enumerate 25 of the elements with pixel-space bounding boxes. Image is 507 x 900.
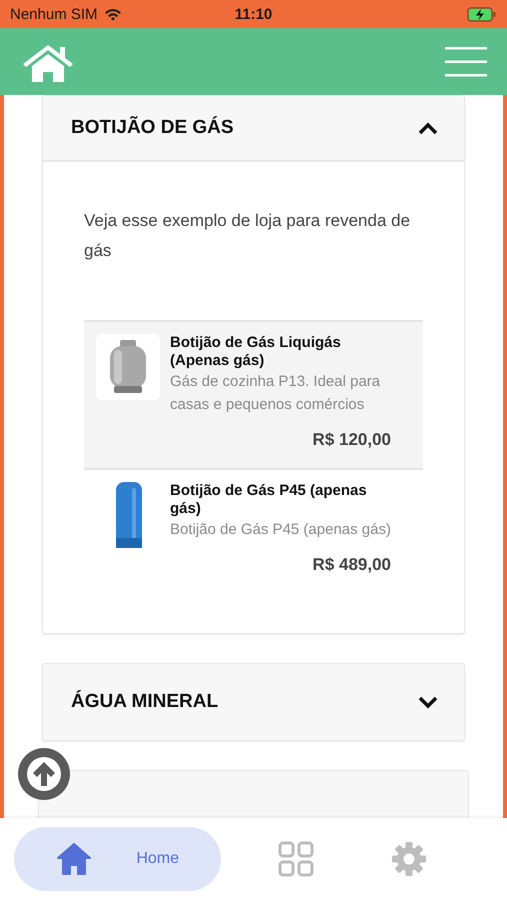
section-title: BOTIJÃO DE GÁS <box>71 117 234 139</box>
settings-icon <box>391 841 427 877</box>
section-description: Veja esse exemplo de loja para revenda de gás <box>84 210 412 262</box>
product-name: Botijão de Gás P45 (apenas gás) <box>170 482 368 518</box>
section-header[interactable]: BOTIJÃO DE GÁS <box>43 96 464 162</box>
chevron-icon <box>418 122 438 134</box>
product-description: Botijão de Gás P45 (apenas gás) <box>170 520 391 540</box>
home-tab[interactable]: Home <box>14 827 221 891</box>
section-title: ÁGUA MINERAL <box>71 691 218 713</box>
scroll-top-button[interactable] <box>18 748 70 800</box>
product-price: R$ 120,00 <box>312 430 391 450</box>
product-description: Gás de cozinha P13. Ideal para casas e pequenos comércios <box>170 372 382 415</box>
carrier-name: Nenhum SIM <box>10 6 98 22</box>
grid-icon <box>278 841 314 877</box>
home-icon <box>56 842 92 876</box>
product-item[interactable]: Botijão de Gás P45 (apenas gás) Botijão de Gás P45 (apenas gás) R$ 489,00 <box>84 470 423 593</box>
menu-button[interactable] <box>445 46 487 78</box>
clock-time: 11:10 <box>234 6 274 22</box>
battery-charging-icon <box>466 6 497 22</box>
chevron-icon <box>418 696 438 708</box>
section-header[interactable]: ÁGUA MINERAL <box>43 664 464 740</box>
product-price: R$ 489,00 <box>312 555 391 575</box>
product-name: Botijão de Gás Liquigás (Apenas gás) <box>170 334 342 370</box>
wifi-icon <box>104 8 122 20</box>
product-item[interactable]: Botijão de Gás Liquigás (Apenas gás) Gás de cozinha P13. Ideal para casas e pequenos comércios R$ 120,00 <box>84 322 423 468</box>
